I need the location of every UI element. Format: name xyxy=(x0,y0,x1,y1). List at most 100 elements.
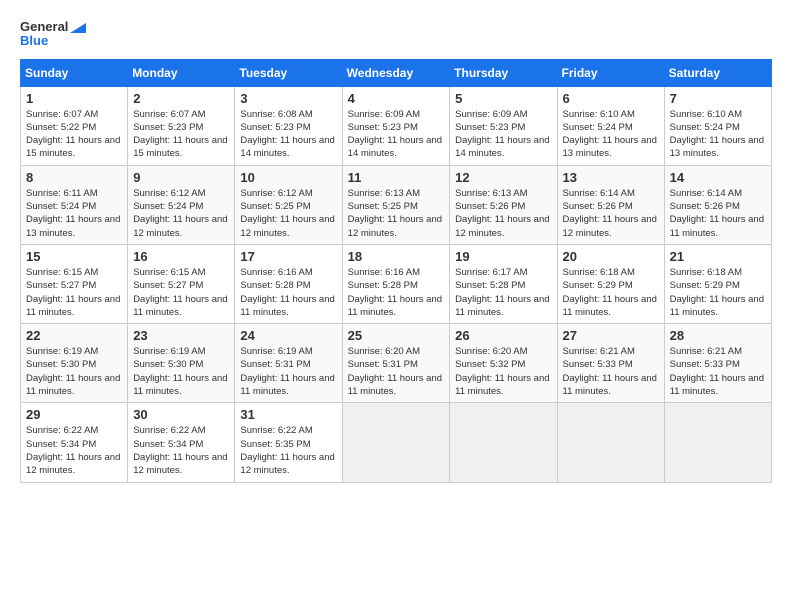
logo-container: General Blue xyxy=(20,20,86,49)
day-number: 20 xyxy=(563,249,659,264)
calendar-cell: 9 Sunrise: 6:12 AMSunset: 5:24 PMDaylight… xyxy=(128,165,235,244)
day-info: Sunrise: 6:22 AMSunset: 5:35 PMDaylight:… xyxy=(240,424,336,477)
day-info: Sunrise: 6:13 AMSunset: 5:26 PMDaylight:… xyxy=(455,187,551,240)
day-number: 11 xyxy=(348,170,445,185)
calendar-cell xyxy=(450,403,557,482)
calendar-cell: 3 Sunrise: 6:08 AMSunset: 5:23 PMDaylight… xyxy=(235,86,342,165)
day-number: 27 xyxy=(563,328,659,343)
day-info: Sunrise: 6:16 AMSunset: 5:28 PMDaylight:… xyxy=(348,266,445,319)
calendar-cell: 27Sunrise: 6:21 AMSunset: 5:33 PMDayligh… xyxy=(557,324,664,403)
day-number: 25 xyxy=(348,328,445,343)
day-number: 2 xyxy=(133,91,229,106)
calendar-cell: 18 Sunrise: 6:16 AMSunset: 5:28 PMDayligh… xyxy=(342,244,450,323)
calendar-cell: 20Sunrise: 6:18 AMSunset: 5:29 PMDayligh… xyxy=(557,244,664,323)
day-number: 3 xyxy=(240,91,336,106)
weekday-header-sunday: Sunday xyxy=(21,59,128,86)
weekday-header-saturday: Saturday xyxy=(664,59,771,86)
day-info: Sunrise: 6:19 AMSunset: 5:30 PMDaylight:… xyxy=(26,345,122,398)
calendar-cell xyxy=(664,403,771,482)
calendar-week-2: 8 Sunrise: 6:11 AMSunset: 5:24 PMDaylight… xyxy=(21,165,772,244)
weekday-header-wednesday: Wednesday xyxy=(342,59,450,86)
calendar-cell: 30Sunrise: 6:22 AMSunset: 5:34 PMDayligh… xyxy=(128,403,235,482)
calendar-cell: 15Sunrise: 6:15 AMSunset: 5:27 PMDayligh… xyxy=(21,244,128,323)
day-info: Sunrise: 6:13 AMSunset: 5:25 PMDaylight:… xyxy=(348,187,445,240)
calendar-cell: 6Sunrise: 6:10 AMSunset: 5:24 PMDaylight… xyxy=(557,86,664,165)
day-info: Sunrise: 6:19 AMSunset: 5:31 PMDaylight:… xyxy=(240,345,336,398)
day-number: 18 xyxy=(348,249,445,264)
weekday-header-row: SundayMondayTuesdayWednesdayThursdayFrid… xyxy=(21,59,772,86)
calendar-cell: 13 Sunrise: 6:14 AMSunset: 5:26 PMDayligh… xyxy=(557,165,664,244)
day-number: 8 xyxy=(26,170,122,185)
day-info: Sunrise: 6:11 AMSunset: 5:24 PMDaylight:… xyxy=(26,187,122,240)
calendar-header: SundayMondayTuesdayWednesdayThursdayFrid… xyxy=(21,59,772,86)
day-number: 31 xyxy=(240,407,336,422)
day-info: Sunrise: 6:09 AMSunset: 5:23 PMDaylight:… xyxy=(455,108,551,161)
day-info: Sunrise: 6:10 AMSunset: 5:24 PMDaylight:… xyxy=(670,108,766,161)
calendar-cell: 17Sunrise: 6:16 AMSunset: 5:28 PMDayligh… xyxy=(235,244,342,323)
calendar-cell: 21 Sunrise: 6:18 AMSunset: 5:29 PMDayligh… xyxy=(664,244,771,323)
calendar-cell: 11 Sunrise: 6:13 AMSunset: 5:25 PMDayligh… xyxy=(342,165,450,244)
day-info: Sunrise: 6:18 AMSunset: 5:29 PMDaylight:… xyxy=(670,266,766,319)
weekday-header-tuesday: Tuesday xyxy=(235,59,342,86)
calendar-table: SundayMondayTuesdayWednesdayThursdayFrid… xyxy=(20,59,772,483)
day-number: 29 xyxy=(26,407,122,422)
day-info: Sunrise: 6:08 AMSunset: 5:23 PMDaylight:… xyxy=(240,108,336,161)
calendar-cell xyxy=(342,403,450,482)
day-info: Sunrise: 6:14 AMSunset: 5:26 PMDaylight:… xyxy=(670,187,766,240)
calendar-cell: 22 Sunrise: 6:19 AMSunset: 5:30 PMDayligh… xyxy=(21,324,128,403)
day-number: 9 xyxy=(133,170,229,185)
weekday-header-friday: Friday xyxy=(557,59,664,86)
calendar-cell: 19 Sunrise: 6:17 AMSunset: 5:28 PMDayligh… xyxy=(450,244,557,323)
day-number: 28 xyxy=(670,328,766,343)
day-number: 6 xyxy=(563,91,659,106)
day-info: Sunrise: 6:12 AMSunset: 5:25 PMDaylight:… xyxy=(240,187,336,240)
calendar-cell: 16Sunrise: 6:15 AMSunset: 5:27 PMDayligh… xyxy=(128,244,235,323)
day-number: 13 xyxy=(563,170,659,185)
calendar-cell: 7 Sunrise: 6:10 AMSunset: 5:24 PMDaylight… xyxy=(664,86,771,165)
logo: General Blue xyxy=(20,20,86,49)
calendar-cell: 1 Sunrise: 6:07 AMSunset: 5:22 PMDaylight… xyxy=(21,86,128,165)
day-info: Sunrise: 6:14 AMSunset: 5:26 PMDaylight:… xyxy=(563,187,659,240)
day-number: 7 xyxy=(670,91,766,106)
calendar-week-4: 22 Sunrise: 6:19 AMSunset: 5:30 PMDayligh… xyxy=(21,324,772,403)
logo-general: General xyxy=(20,20,86,34)
calendar-cell: 4Sunrise: 6:09 AMSunset: 5:23 PMDaylight… xyxy=(342,86,450,165)
calendar-cell: 25 Sunrise: 6:20 AMSunset: 5:31 PMDayligh… xyxy=(342,324,450,403)
day-info: Sunrise: 6:22 AMSunset: 5:34 PMDaylight:… xyxy=(133,424,229,477)
calendar-cell: 2Sunrise: 6:07 AMSunset: 5:23 PMDaylight… xyxy=(128,86,235,165)
day-info: Sunrise: 6:15 AMSunset: 5:27 PMDaylight:… xyxy=(26,266,122,319)
day-number: 19 xyxy=(455,249,551,264)
calendar-cell: 31 Sunrise: 6:22 AMSunset: 5:35 PMDayligh… xyxy=(235,403,342,482)
weekday-header-thursday: Thursday xyxy=(450,59,557,86)
day-number: 5 xyxy=(455,91,551,106)
day-number: 14 xyxy=(670,170,766,185)
day-number: 4 xyxy=(348,91,445,106)
calendar-cell: 26Sunrise: 6:20 AMSunset: 5:32 PMDayligh… xyxy=(450,324,557,403)
day-info: Sunrise: 6:07 AMSunset: 5:22 PMDaylight:… xyxy=(26,108,122,161)
day-info: Sunrise: 6:19 AMSunset: 5:30 PMDaylight:… xyxy=(133,345,229,398)
day-number: 17 xyxy=(240,249,336,264)
logo-blue: Blue xyxy=(20,34,86,48)
weekday-header-monday: Monday xyxy=(128,59,235,86)
day-number: 21 xyxy=(670,249,766,264)
calendar-cell: 5 Sunrise: 6:09 AMSunset: 5:23 PMDaylight… xyxy=(450,86,557,165)
day-info: Sunrise: 6:17 AMSunset: 5:28 PMDaylight:… xyxy=(455,266,551,319)
day-info: Sunrise: 6:12 AMSunset: 5:24 PMDaylight:… xyxy=(133,187,229,240)
calendar-cell: 24 Sunrise: 6:19 AMSunset: 5:31 PMDayligh… xyxy=(235,324,342,403)
page-header: General Blue xyxy=(20,20,772,49)
calendar-cell: 29Sunrise: 6:22 AMSunset: 5:34 PMDayligh… xyxy=(21,403,128,482)
calendar-cell: 8 Sunrise: 6:11 AMSunset: 5:24 PMDaylight… xyxy=(21,165,128,244)
calendar-week-1: 1 Sunrise: 6:07 AMSunset: 5:22 PMDaylight… xyxy=(21,86,772,165)
calendar-cell: 14 Sunrise: 6:14 AMSunset: 5:26 PMDayligh… xyxy=(664,165,771,244)
calendar-cell: 28Sunrise: 6:21 AMSunset: 5:33 PMDayligh… xyxy=(664,324,771,403)
calendar-week-3: 15Sunrise: 6:15 AMSunset: 5:27 PMDayligh… xyxy=(21,244,772,323)
calendar-cell xyxy=(557,403,664,482)
day-number: 24 xyxy=(240,328,336,343)
day-info: Sunrise: 6:20 AMSunset: 5:32 PMDaylight:… xyxy=(455,345,551,398)
day-number: 22 xyxy=(26,328,122,343)
day-number: 23 xyxy=(133,328,229,343)
day-number: 16 xyxy=(133,249,229,264)
day-number: 1 xyxy=(26,91,122,106)
day-info: Sunrise: 6:20 AMSunset: 5:31 PMDaylight:… xyxy=(348,345,445,398)
calendar-week-5: 29 Sunrise: 6:22 AMSunset: 5:34 PMDayligh… xyxy=(21,403,772,482)
